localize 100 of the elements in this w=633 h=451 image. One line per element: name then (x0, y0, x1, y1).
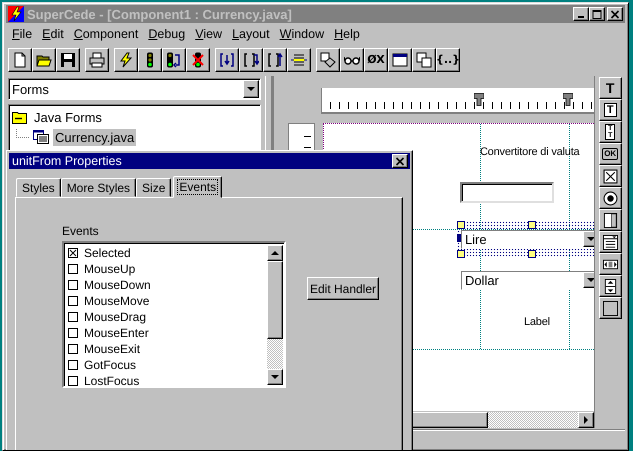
edit-handler-button[interactable]: Edit Handler (307, 277, 379, 300)
toolbar-button[interactable] (32, 48, 56, 72)
menu-item[interactable]: Layout (227, 27, 275, 41)
form-dropdown[interactable]: Lire (460, 230, 594, 249)
palette-tool-button[interactable] (598, 231, 622, 253)
menu-item[interactable]: Debug (143, 27, 190, 41)
dialog-title: unitFrom Properties (12, 154, 122, 168)
checkbox[interactable] (68, 264, 78, 274)
printer-icon (89, 52, 105, 68)
checkbox[interactable] (68, 360, 78, 370)
event-item[interactable]: MouseExit (66, 341, 267, 357)
event-item[interactable]: LostFocus (66, 373, 267, 389)
toolbar-button[interactable] (287, 48, 311, 72)
palette-tool-button[interactable] (598, 165, 622, 187)
form-dropdown[interactable]: Dollar (460, 270, 594, 290)
center-lines-icon (291, 52, 307, 68)
form-text-field[interactable] (460, 182, 554, 203)
event-item[interactable]: MouseEnter (66, 325, 267, 341)
palette-tool-button[interactable] (598, 187, 622, 209)
form-label: Convertitore di valuta (480, 146, 580, 158)
checkbox[interactable] (68, 296, 78, 306)
maximize-icon (592, 10, 602, 18)
palette-tool-button[interactable]: T (598, 77, 622, 99)
dropdown-arrow-icon (586, 236, 594, 242)
ruler-marker-icon[interactable] (474, 93, 484, 106)
scroll-up-arrow-icon (271, 250, 279, 256)
toolbar-button[interactable]: ØX (364, 48, 388, 72)
toolbar-button[interactable] (8, 48, 32, 72)
spinner-icon (602, 278, 618, 294)
toolbar-button[interactable] (215, 48, 239, 72)
ruler-marker-icon[interactable] (562, 93, 573, 106)
dropdown-arrow-icon (586, 278, 594, 283)
palette-tool-button[interactable] (598, 275, 622, 297)
palette-tool-button[interactable]: OK (598, 143, 622, 165)
toolbar-button[interactable] (114, 48, 138, 72)
palette-tool-button[interactable] (598, 253, 622, 275)
checkbox[interactable] (68, 312, 78, 322)
scroll-down-arrow-icon (271, 374, 279, 380)
forms-dropdown[interactable]: Forms (8, 78, 261, 100)
tree-item[interactable]: Currency.java (53, 128, 136, 146)
menu-item[interactable]: Help (329, 27, 365, 41)
minimize-button[interactable] (573, 7, 589, 21)
window-icon (392, 52, 408, 68)
new-file-icon (12, 52, 28, 68)
tab[interactable]: Size (136, 178, 172, 197)
toolbar-button[interactable] (388, 48, 412, 72)
checkbox[interactable] (68, 280, 78, 290)
close-icon (610, 10, 620, 18)
checkbox[interactable] (68, 344, 78, 354)
bracket-arrow-icon (267, 52, 283, 68)
close-button[interactable] (607, 7, 623, 21)
form-label: Label (524, 316, 550, 328)
shapes-icon (320, 52, 336, 68)
menu-item[interactable]: Component (68, 27, 144, 41)
close-icon (395, 156, 405, 166)
event-item[interactable]: MouseUp (66, 261, 267, 277)
toolbar-button[interactable] (186, 48, 210, 72)
tree-item[interactable]: Java Forms (32, 108, 104, 126)
menu-item[interactable]: Edit (37, 27, 69, 41)
toolbar-button[interactable] (340, 48, 364, 72)
vertical-scrollbar[interactable] (267, 245, 283, 385)
toolbar-button[interactable] (263, 48, 287, 72)
palette-tool-button[interactable] (598, 209, 622, 231)
event-item[interactable]: MouseDown (66, 277, 267, 293)
lightning-icon (118, 52, 134, 68)
list-box-icon (602, 234, 618, 250)
copy-pages-icon (416, 52, 432, 68)
bracket-arrow-icon (243, 52, 259, 68)
toolbar-button[interactable] (162, 48, 186, 72)
checkbox[interactable] (68, 248, 78, 258)
event-item[interactable]: MouseMove (66, 293, 267, 309)
toolbar-button[interactable] (138, 48, 162, 72)
app-icon (8, 6, 24, 22)
tab[interactable]: Events (173, 176, 222, 198)
maximize-button[interactable] (589, 7, 605, 21)
toolbar-button[interactable] (56, 48, 80, 72)
event-item[interactable]: MouseDrag (66, 309, 267, 325)
radio-button-icon (602, 190, 618, 206)
toolbar-button[interactable] (239, 48, 263, 72)
event-item[interactable]: GotFocus (66, 357, 267, 373)
rectangle-icon (602, 300, 618, 316)
toolbar-button[interactable] (316, 48, 340, 72)
palette-tool-button[interactable]: T (598, 99, 622, 121)
event-item[interactable]: Selected (66, 245, 267, 261)
toolbar-button[interactable] (85, 48, 109, 72)
palette-tool-button[interactable] (598, 297, 622, 319)
checkbox[interactable] (68, 328, 78, 338)
checkbox-icon (602, 168, 618, 184)
toolbar-button[interactable]: {..} (436, 48, 460, 72)
traffic-light-arrow-icon (166, 52, 182, 68)
menu-item[interactable]: View (190, 27, 228, 41)
toolbar-button[interactable] (412, 48, 436, 72)
tab[interactable]: Styles (16, 178, 61, 197)
menu-item[interactable]: Window (274, 27, 330, 41)
menu-item[interactable]: File (7, 27, 38, 41)
close-button[interactable] (392, 154, 408, 168)
tab[interactable]: More Styles (60, 178, 136, 197)
scroll-right-arrow-icon (584, 416, 589, 424)
checkbox[interactable] (68, 376, 78, 386)
traffic-light-cross-icon (190, 52, 206, 68)
